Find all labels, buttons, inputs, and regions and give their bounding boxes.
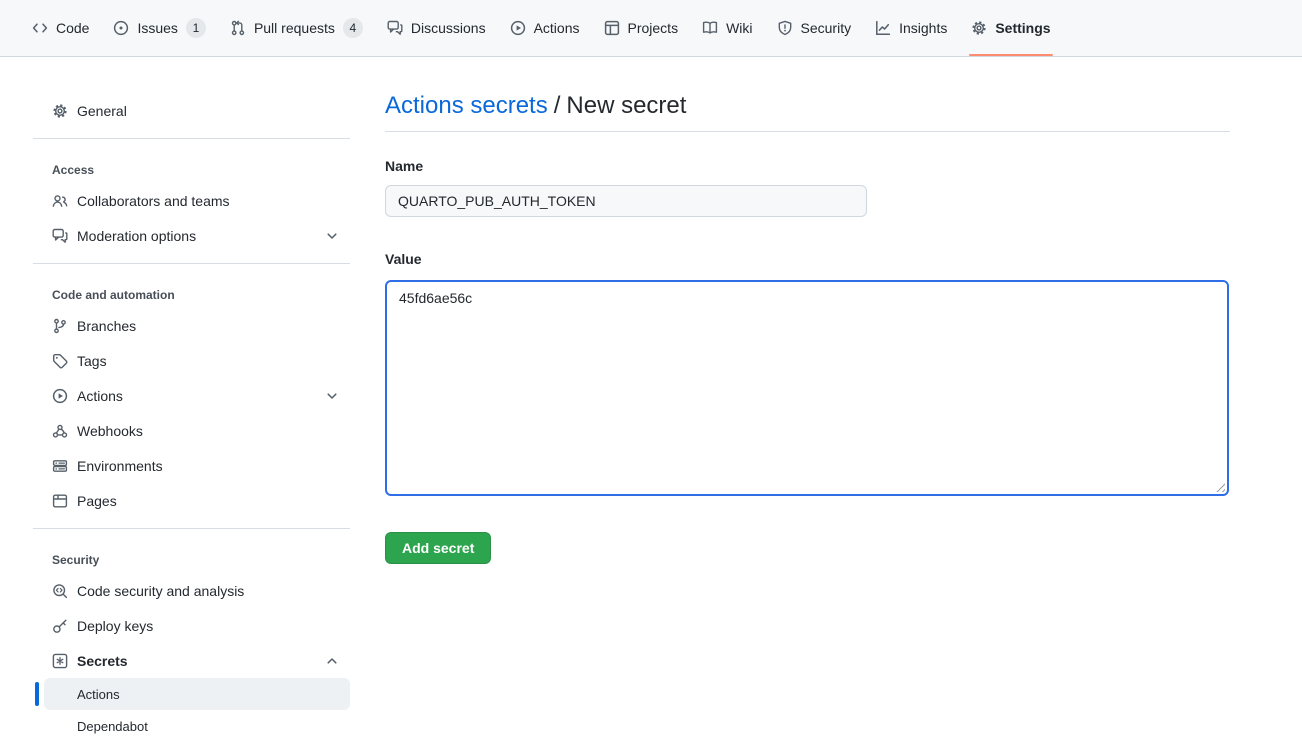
browser-icon <box>52 493 68 509</box>
page-title: Actions secrets/New secret <box>385 91 1230 121</box>
tab-label: Actions <box>534 20 580 36</box>
tab-label: Insights <box>899 20 947 36</box>
sidebar-item-environments[interactable]: Environments <box>33 448 350 483</box>
webhook-icon <box>52 423 68 439</box>
sidebar-divider <box>33 528 350 529</box>
tab-pull-requests[interactable]: Pull requests 4 <box>222 13 371 43</box>
heading-divider <box>385 131 1230 132</box>
sidebar-item-label: Actions <box>77 388 123 404</box>
repo-tab-bar: Code Issues 1 Pull requests 4 Discussion… <box>0 0 1302 57</box>
key-icon <box>52 618 68 634</box>
sidebar-item-label: Webhooks <box>77 423 143 439</box>
secret-name-input[interactable] <box>385 185 867 217</box>
tab-wiki[interactable]: Wiki <box>694 13 760 43</box>
value-field-label: Value <box>385 249 1230 270</box>
tab-issues[interactable]: Issues 1 <box>105 13 213 43</box>
tab-security[interactable]: Security <box>769 13 860 43</box>
sidebar-item-label: Branches <box>77 318 136 334</box>
tab-label: Projects <box>628 20 679 36</box>
play-icon <box>510 20 526 36</box>
sidebar-item-branches[interactable]: Branches <box>33 308 350 343</box>
sidebar-item-pages[interactable]: Pages <box>33 483 350 518</box>
git-pull-request-icon <box>230 20 246 36</box>
sidebar-item-label: Deploy keys <box>77 618 153 634</box>
chevron-down-icon <box>324 388 340 404</box>
server-icon <box>52 458 68 474</box>
sidebar-item-actions[interactable]: Actions <box>33 378 350 413</box>
sidebar-item-label: Environments <box>77 458 163 474</box>
tab-discussions[interactable]: Discussions <box>379 13 494 43</box>
sidebar-item-label: Secrets <box>77 653 128 669</box>
sidebar-item-tags[interactable]: Tags <box>33 343 350 378</box>
graph-icon <box>875 20 891 36</box>
sidebar-item-label: Collaborators and teams <box>77 193 230 209</box>
sidebar-item-code-security-and-analysis[interactable]: Code security and analysis <box>33 573 350 608</box>
sidebar-item-label: Moderation options <box>77 228 196 244</box>
add-secret-button[interactable]: Add secret <box>385 532 491 564</box>
tab-label: Discussions <box>411 20 486 36</box>
name-field-label: Name <box>385 156 1230 177</box>
comment-discussion-icon <box>387 20 403 36</box>
sidebar-item-label: General <box>77 103 127 119</box>
tab-label: Wiki <box>726 20 752 36</box>
sidebar-subitem-label: Dependabot <box>77 719 148 734</box>
secret-value-wrap: 45fd6ae56c <box>385 280 1229 496</box>
codescan-icon <box>52 583 68 599</box>
book-icon <box>702 20 718 36</box>
sidebar-item-secrets[interactable]: Secrets <box>33 643 350 678</box>
chevron-up-icon <box>324 653 340 669</box>
active-tab-indicator <box>969 54 1052 56</box>
play-icon <box>52 388 68 404</box>
breadcrumb-separator: / <box>554 92 561 119</box>
issue-opened-icon <box>113 20 129 36</box>
sidebar-section-title-access: Access <box>33 149 350 183</box>
breadcrumb-actions-secrets-link[interactable]: Actions secrets <box>385 92 548 119</box>
sidebar-subitem-label: Actions <box>77 687 120 702</box>
tag-icon <box>52 353 68 369</box>
sidebar-section-title-security: Security <box>33 539 350 573</box>
tab-insights[interactable]: Insights <box>867 13 955 43</box>
tab-label: Settings <box>995 20 1050 36</box>
sidebar-item-label: Pages <box>77 493 117 509</box>
sidebar-item-deploy-keys[interactable]: Deploy keys <box>33 608 350 643</box>
sidebar-divider <box>33 263 350 264</box>
key-asterisk-icon <box>52 653 68 669</box>
sidebar-divider <box>33 138 350 139</box>
tab-projects[interactable]: Projects <box>596 13 687 43</box>
sidebar-subitem-actions-secrets[interactable]: Actions <box>44 678 350 710</box>
sidebar-item-moderation-options[interactable]: Moderation options <box>33 218 350 253</box>
chevron-down-icon <box>324 228 340 244</box>
tab-code[interactable]: Code <box>24 13 97 43</box>
shield-icon <box>777 20 793 36</box>
tab-label: Issues <box>137 20 177 36</box>
secret-value-textarea[interactable]: 45fd6ae56c <box>385 280 1229 496</box>
sidebar-item-label: Tags <box>77 353 107 369</box>
sidebar-section-title-code-and-automation: Code and automation <box>33 274 350 308</box>
git-branch-icon <box>52 318 68 334</box>
tab-label: Code <box>56 20 89 36</box>
table-icon <box>604 20 620 36</box>
sidebar-item-label: Code security and analysis <box>77 583 244 599</box>
active-item-indicator <box>35 682 39 706</box>
gear-icon <box>52 103 68 119</box>
people-icon <box>52 193 68 209</box>
issues-count-badge: 1 <box>186 18 206 38</box>
tab-actions[interactable]: Actions <box>502 13 588 43</box>
comment-discussion-icon <box>52 228 68 244</box>
sidebar-item-webhooks[interactable]: Webhooks <box>33 413 350 448</box>
gear-icon <box>971 20 987 36</box>
tab-settings[interactable]: Settings <box>963 13 1058 43</box>
sidebar-item-collaborators-and-teams[interactable]: Collaborators and teams <box>33 183 350 218</box>
code-icon <box>32 20 48 36</box>
pull-requests-count-badge: 4 <box>343 18 363 38</box>
tab-label: Pull requests <box>254 20 335 36</box>
secrets-sub-list: Actions Dependabot <box>44 678 350 742</box>
main-content: Actions secrets/New secret Name Value 45… <box>385 85 1230 564</box>
sidebar-subitem-dependabot-secrets[interactable]: Dependabot <box>44 710 350 742</box>
tab-label: Security <box>801 20 852 36</box>
sidebar-item-general[interactable]: General <box>33 93 350 128</box>
settings-sidebar: General Access Collaborators and teams M… <box>33 85 350 742</box>
breadcrumb-current: New secret <box>566 92 686 119</box>
